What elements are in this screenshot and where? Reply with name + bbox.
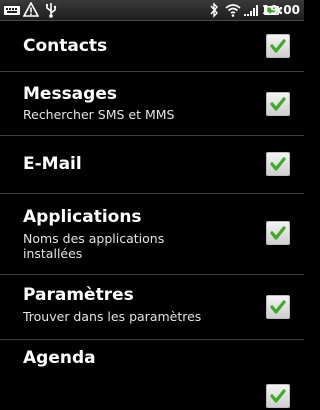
item-title: Paramètres	[23, 285, 134, 305]
item-subtitle: installées	[23, 246, 83, 261]
list-item-applications[interactable]: Applications Noms des applications insta…	[0, 194, 304, 275]
calendar-checkbox[interactable]	[266, 384, 290, 408]
checkmark-icon	[270, 157, 286, 171]
keyboard-icon	[4, 6, 20, 15]
settings-checkbox[interactable]	[266, 295, 290, 319]
item-subtitle: Noms des applications	[23, 231, 165, 246]
bluetooth-icon	[210, 2, 218, 18]
list-item-settings[interactable]: Paramètres Trouver dans les paramètres	[0, 275, 304, 340]
checkmark-icon	[270, 39, 286, 53]
list-item-email[interactable]: E-Mail	[0, 136, 304, 194]
checkmark-icon	[270, 300, 286, 314]
status-bar: 19:00	[0, 0, 304, 21]
checkmark-icon	[270, 226, 286, 240]
status-time: 19:00	[261, 3, 300, 17]
email-checkbox[interactable]	[266, 152, 290, 176]
search-sources-list: Contacts Messages Rechercher SMS et MMS …	[0, 21, 304, 410]
applications-checkbox[interactable]	[266, 221, 290, 245]
item-subtitle: Trouver dans les paramètres	[23, 309, 202, 324]
item-title: Messages	[23, 84, 117, 104]
list-item-contacts[interactable]: Contacts	[0, 21, 304, 72]
item-subtitle: Rechercher SMS et MMS	[23, 107, 175, 122]
list-item-calendar[interactable]: Agenda	[0, 340, 304, 410]
wifi-icon	[225, 4, 241, 17]
messages-checkbox[interactable]	[266, 92, 290, 116]
item-title: Contacts	[23, 36, 108, 56]
list-item-messages[interactable]: Messages Rechercher SMS et MMS	[0, 72, 304, 136]
item-title: Applications	[23, 207, 142, 227]
item-title: Agenda	[23, 348, 96, 368]
signal-icon	[244, 5, 258, 16]
checkmark-icon	[270, 97, 286, 111]
usb-debug-icon	[46, 3, 57, 18]
warning-icon	[23, 2, 39, 17]
item-title: E-Mail	[23, 154, 82, 174]
contacts-checkbox[interactable]	[266, 34, 290, 58]
checkmark-icon	[270, 389, 286, 403]
